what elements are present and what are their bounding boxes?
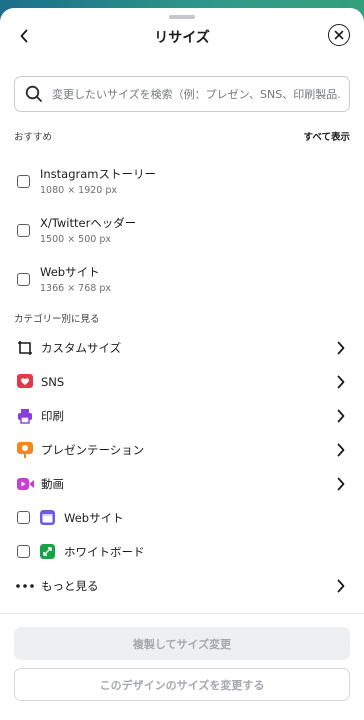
category-video[interactable]: 動画 <box>0 467 364 501</box>
heart-icon <box>16 373 34 391</box>
item-size: 1500 × 500 px <box>40 234 111 245</box>
checkbox[interactable] <box>17 545 30 558</box>
show-more-label: もっと見る <box>41 579 99 593</box>
item-size: 1366 × 768 px <box>40 283 111 294</box>
presentation-icon <box>16 441 34 459</box>
page-title: リサイズ <box>154 30 210 46</box>
checkbox[interactable] <box>17 224 30 237</box>
close-icon <box>334 30 344 40</box>
search-input[interactable] <box>52 87 342 101</box>
custom-size-icon <box>16 339 34 357</box>
category-label: 印刷 <box>41 409 64 423</box>
chevron-right-icon <box>337 375 345 389</box>
categories-heading: カテゴリー別に見る <box>14 314 100 325</box>
header: リサイズ <box>0 22 364 52</box>
drag-handle[interactable] <box>169 15 195 19</box>
recommended-heading: おすすめ <box>14 132 53 143</box>
resize-sheet: リサイズ おすすめ すべて表示 Instagramストーリー 1080 × 19… <box>0 8 364 720</box>
category-presentation[interactable]: プレゼンテーション <box>0 433 364 467</box>
checkbox[interactable] <box>17 175 30 188</box>
category-label: プレゼンテーション <box>41 443 145 457</box>
footer-divider <box>0 613 364 614</box>
chevron-right-icon <box>337 341 345 355</box>
close-button[interactable] <box>328 24 350 46</box>
chevron-right-icon <box>337 579 345 593</box>
video-icon <box>16 475 34 493</box>
recommended-item[interactable]: X/Twitterヘッダー 1500 × 500 px <box>0 211 364 255</box>
category-sns[interactable]: SNS <box>0 365 364 399</box>
category-print[interactable]: 印刷 <box>0 399 364 433</box>
resize-design-button[interactable]: このデザインのサイズを変更する <box>14 668 350 701</box>
item-name: Instagramストーリー <box>40 167 157 181</box>
checkbox[interactable] <box>17 511 30 524</box>
search-icon <box>25 85 42 102</box>
chevron-right-icon <box>337 409 345 423</box>
category-label: SNS <box>41 375 65 389</box>
item-name: Webサイト <box>40 265 100 279</box>
category-label: ホワイトボード <box>64 545 145 559</box>
more-dots-icon <box>16 577 34 595</box>
chevron-right-icon <box>337 443 345 457</box>
category-whiteboard[interactable]: ホワイトボード <box>0 535 364 569</box>
chevron-right-icon <box>337 477 345 491</box>
printer-icon <box>16 407 34 425</box>
see-all-link[interactable]: すべて表示 <box>304 129 350 143</box>
category-label: 動画 <box>41 477 64 491</box>
category-label: カスタムサイズ <box>41 341 122 355</box>
recommended-item[interactable]: Webサイト 1366 × 768 px <box>0 260 364 304</box>
category-custom-size[interactable]: カスタムサイズ <box>0 331 364 365</box>
search-box[interactable] <box>14 76 350 112</box>
checkbox[interactable] <box>17 273 30 286</box>
show-more-row[interactable]: もっと見る <box>0 569 364 603</box>
duplicate-resize-button[interactable]: 複製してサイズ変更 <box>14 627 350 660</box>
website-icon <box>40 510 55 525</box>
whiteboard-icon <box>40 544 55 559</box>
recommended-item[interactable]: Instagramストーリー 1080 × 1920 px <box>0 162 364 206</box>
category-website[interactable]: Webサイト <box>0 501 364 535</box>
category-label: Webサイト <box>64 511 124 525</box>
item-size: 1080 × 1920 px <box>40 185 118 196</box>
item-name: X/Twitterヘッダー <box>40 216 137 230</box>
